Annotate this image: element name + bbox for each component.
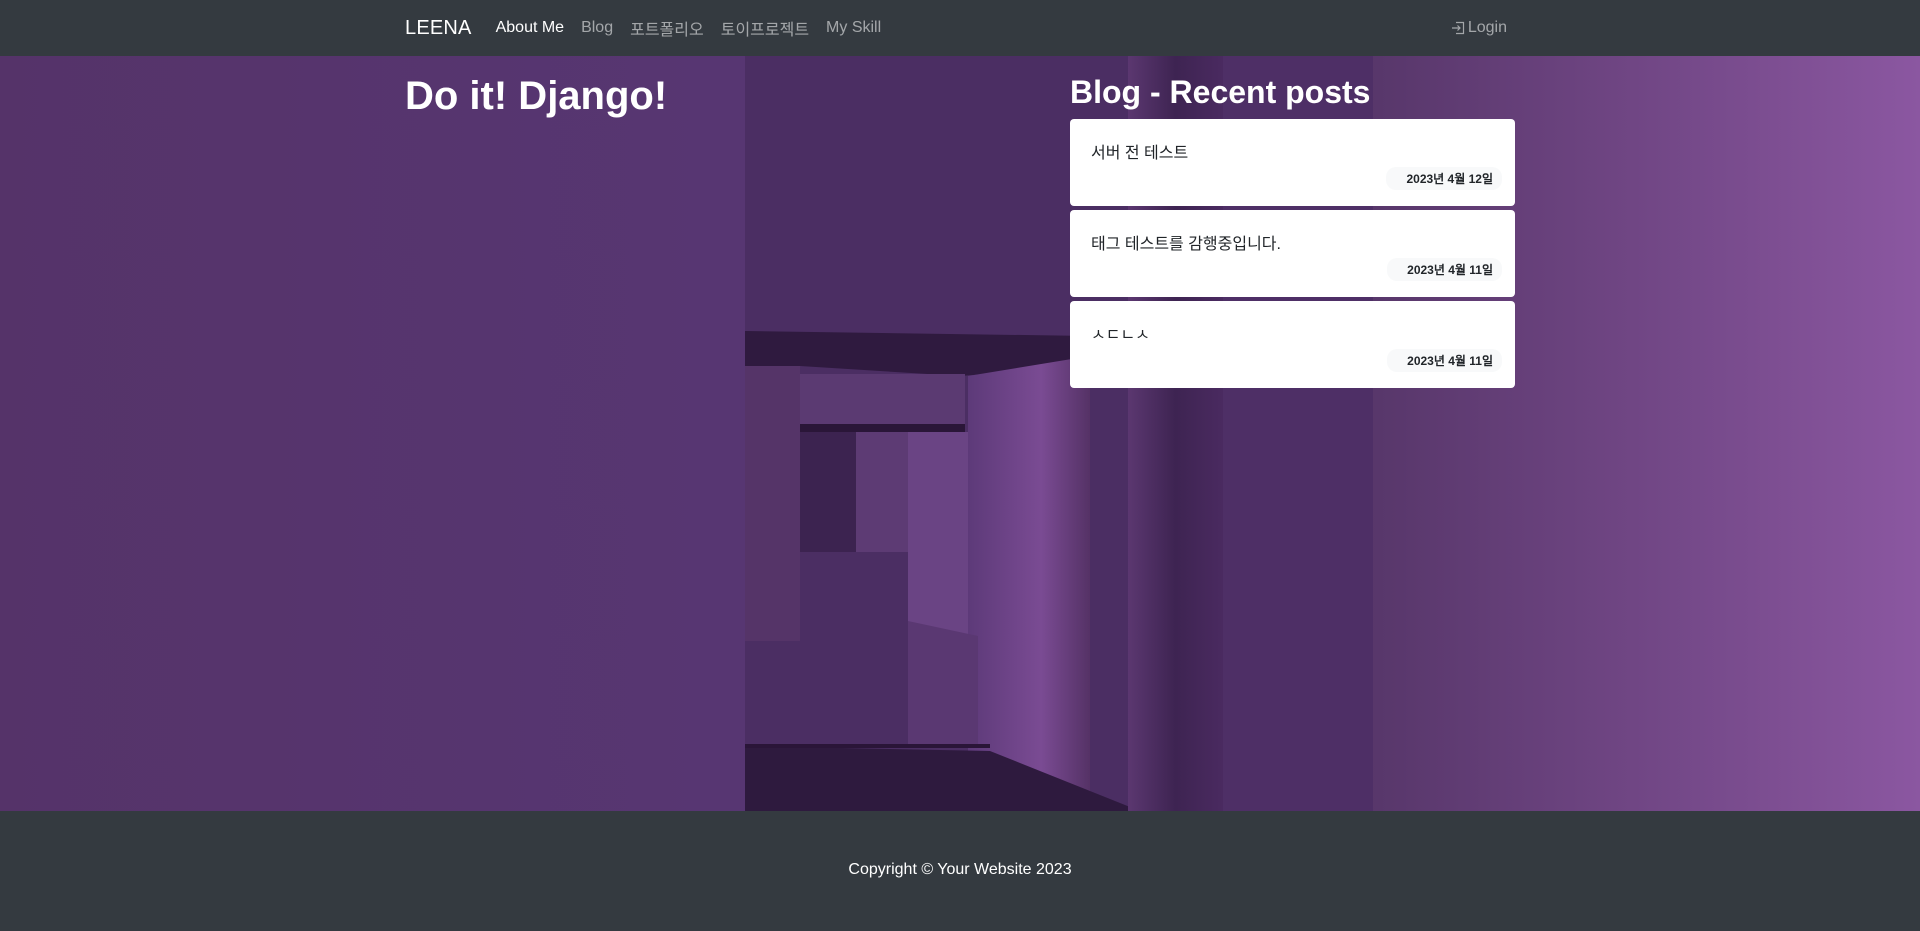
hero-title: Do it! Django! <box>405 74 668 118</box>
nav-link-about-me[interactable]: About Me <box>496 19 564 37</box>
navbar: LEENA About Me Blog 포트폴리오 토이프로젝트 My Skil… <box>0 0 1920 56</box>
post-date-badge: 2023년 4월 11일 <box>1387 257 1502 281</box>
post-title[interactable]: 서버 전 테스트 <box>1091 139 1188 163</box>
post-title[interactable]: ㅅㄷㄴㅅ <box>1091 321 1150 345</box>
nav-links: About Me Blog 포트폴리오 토이프로젝트 My Skill <box>496 16 899 40</box>
login-label: Login <box>1467 19 1507 36</box>
footer: Copyright © Your Website 2023 <box>0 811 1920 931</box>
nav-link-my-skill[interactable]: My Skill <box>826 19 881 37</box>
post-date-badge: 2023년 4월 11일 <box>1387 348 1502 372</box>
post-card[interactable]: ㅅㄷㄴㅅ 2023년 4월 11일 <box>1070 300 1515 388</box>
login-link[interactable]: Login <box>1451 19 1515 37</box>
recent-posts-title: Blog - Recent posts <box>1070 74 1371 110</box>
post-card[interactable]: 서버 전 테스트 2023년 4월 12일 <box>1070 118 1515 206</box>
nav-link-blog[interactable]: Blog <box>581 19 613 37</box>
hero-background-image <box>745 56 1920 811</box>
nav-link-toy-project[interactable]: 토이프로젝트 <box>721 16 809 40</box>
login-icon <box>1451 21 1465 35</box>
post-card[interactable]: 태그 테스트를 감행중입니다. 2023년 4월 11일 <box>1070 209 1515 297</box>
post-title[interactable]: 태그 테스트를 감행중입니다. <box>1091 230 1281 254</box>
post-date-badge: 2023년 4월 12일 <box>1386 166 1502 190</box>
nav-link-portfolio[interactable]: 포트폴리오 <box>630 16 704 40</box>
hero-section: Do it! Django! Blog - Recent posts 서버 전 … <box>0 56 1920 811</box>
recent-posts: Blog - Recent posts 서버 전 테스트 2023년 4월 12… <box>1070 74 1515 392</box>
navbar-container: LEENA About Me Blog 포트폴리오 토이프로젝트 My Skil… <box>405 0 1515 56</box>
brand-link[interactable]: LEENA <box>405 17 472 40</box>
copyright-text: Copyright © Your Website 2023 <box>848 861 1072 878</box>
